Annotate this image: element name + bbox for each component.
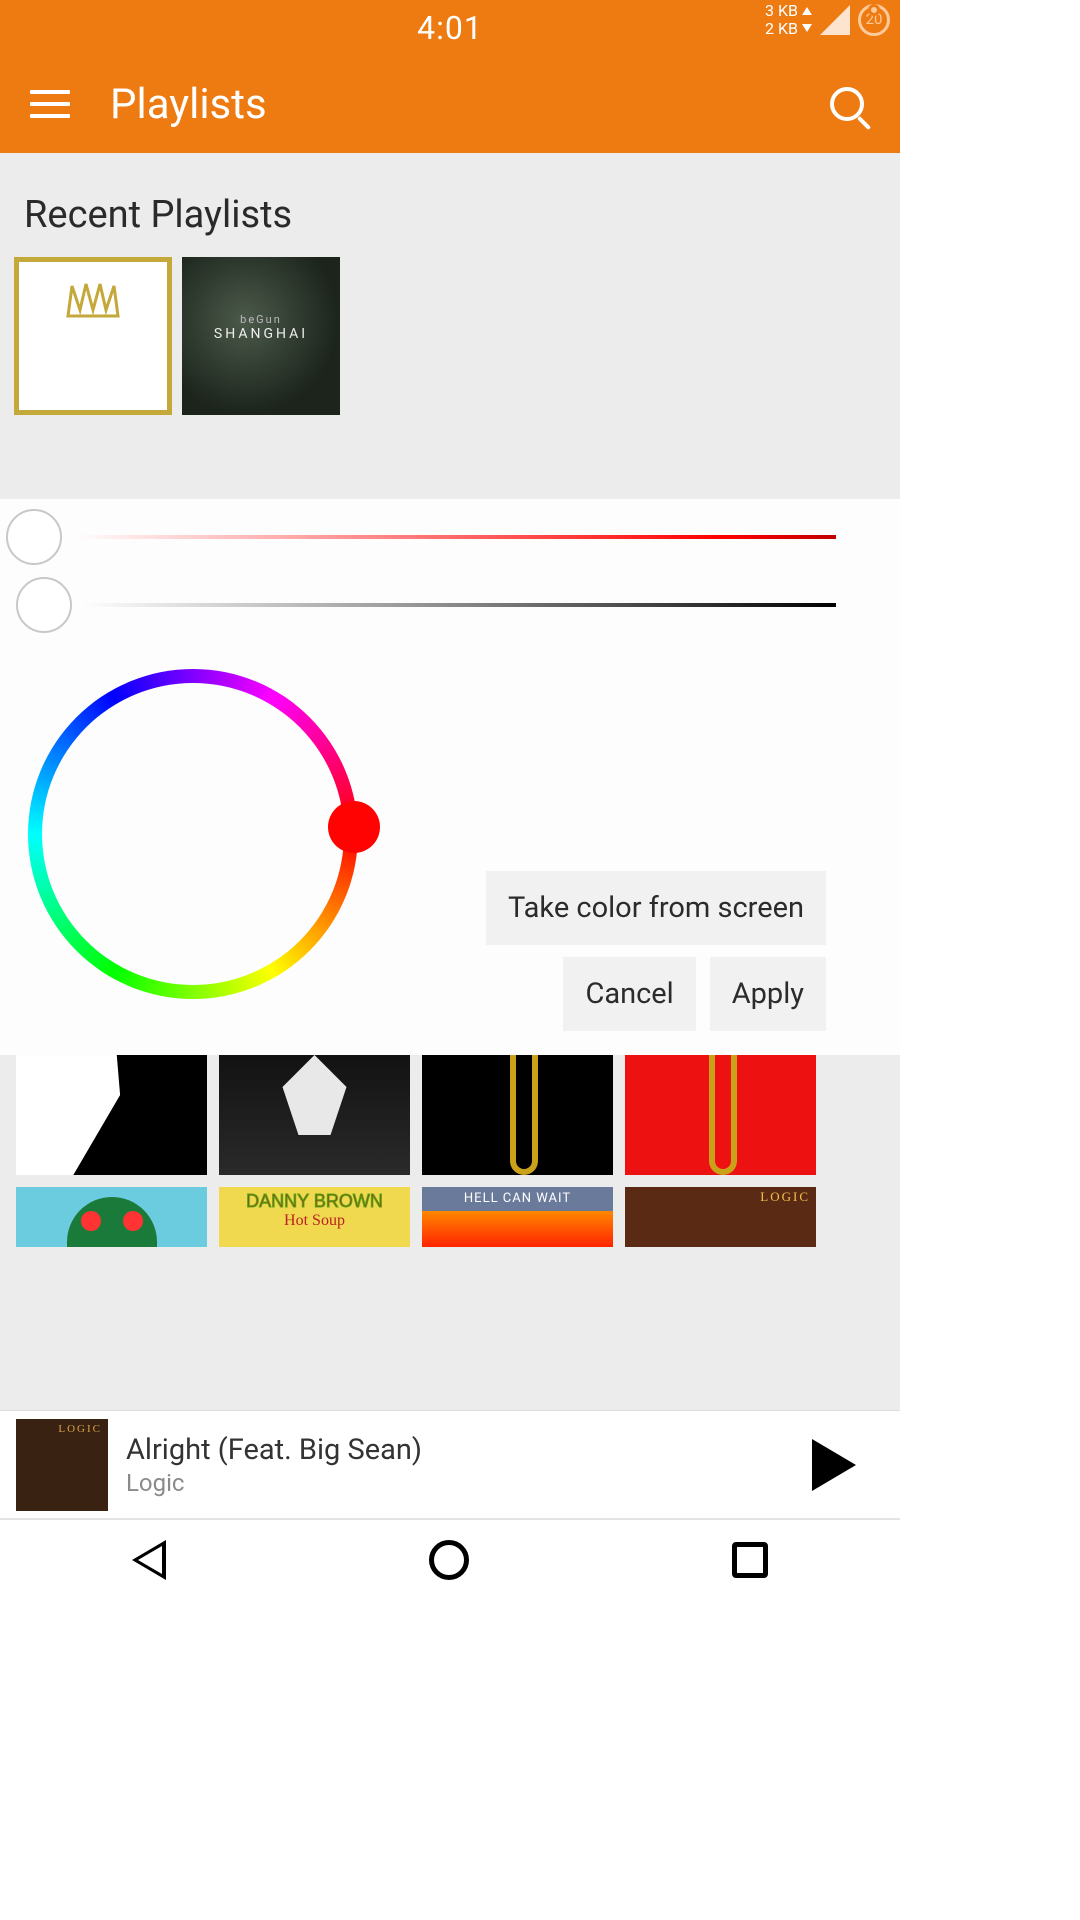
playlist-thumb[interactable] [14, 257, 172, 415]
signal-icon: R [820, 5, 850, 35]
art-label: LOGIC [58, 1423, 102, 1435]
arrow-up-icon [802, 7, 812, 15]
now-playing-title: Alright (Feat. Big Sean) [126, 1433, 794, 1467]
search-button[interactable] [824, 81, 870, 127]
saturation-slider[interactable] [0, 503, 900, 571]
battery-pct: 20 [866, 11, 883, 28]
color-picker-panel: Take color from screen Cancel Apply [0, 499, 900, 1055]
album-cell[interactable] [16, 1187, 207, 1247]
hue-wheel[interactable] [24, 659, 384, 1019]
slider-thumb[interactable] [6, 509, 62, 565]
status-time: 4:01 [417, 9, 483, 47]
page-title: Playlists [110, 80, 784, 129]
now-playing-art[interactable]: LOGIC [16, 1419, 108, 1511]
album-text: Hot Soup [284, 1212, 345, 1230]
playlist-grid: THANK DRAKEME LATER DANNY BROWN Hot Soup… [16, 1015, 816, 1347]
nav-bar [0, 1518, 900, 1600]
status-right: 3 KB 2 KB R 20 [765, 2, 890, 37]
back-button[interactable] [132, 1540, 166, 1580]
lightness-slider[interactable] [0, 571, 900, 639]
thumb-caption: SHANGHAI [214, 326, 308, 342]
recent-playlists-header: Recent Playlists [0, 153, 900, 257]
play-icon[interactable] [812, 1439, 856, 1491]
crown-icon [58, 276, 128, 336]
album-text: LOGIC [760, 1189, 810, 1205]
net-down: 2 KB [765, 20, 798, 38]
slider-track[interactable] [70, 535, 836, 539]
menu-icon[interactable] [30, 90, 70, 118]
now-playing-info[interactable]: Alright (Feat. Big Sean) Logic [126, 1433, 794, 1497]
take-color-button[interactable]: Take color from screen [486, 871, 826, 945]
home-button[interactable] [429, 1540, 469, 1580]
network-speed: 3 KB 2 KB [765, 2, 812, 37]
album-cell[interactable]: DANNY BROWN Hot Soup [219, 1187, 410, 1247]
hue-thumb[interactable] [328, 801, 380, 853]
apply-button[interactable]: Apply [710, 957, 826, 1031]
hue-ring[interactable] [28, 669, 358, 999]
slider-track[interactable] [80, 603, 836, 607]
battery-icon: 20 [858, 4, 890, 36]
cancel-button[interactable]: Cancel [563, 957, 695, 1031]
slider-thumb[interactable] [16, 577, 72, 633]
content: Recent Playlists beGun SHANGHAI THANK DR… [0, 153, 900, 1410]
album-text: DANNY BROWN [246, 1191, 383, 1212]
thumb-caption: beGun [240, 313, 282, 326]
app-bar: Playlists [0, 55, 900, 153]
search-icon [830, 87, 864, 121]
album-cell[interactable]: LOGIC [625, 1187, 816, 1247]
status-bar: 4:01 3 KB 2 KB R 20 [0, 0, 900, 55]
album-cell[interactable]: HELL CAN WAIT [422, 1187, 613, 1247]
recents-button[interactable] [732, 1542, 768, 1578]
album-text: HELL CAN WAIT [464, 1191, 571, 1206]
playlist-thumb[interactable]: beGun SHANGHAI [182, 257, 340, 415]
arrow-down-icon [802, 24, 812, 32]
now-playing-artist: Logic [126, 1469, 794, 1497]
now-playing-bar[interactable]: LOGIC Alright (Feat. Big Sean) Logic [0, 1410, 900, 1518]
net-up: 3 KB [765, 2, 798, 20]
recent-playlists-row: beGun SHANGHAI [0, 257, 900, 415]
